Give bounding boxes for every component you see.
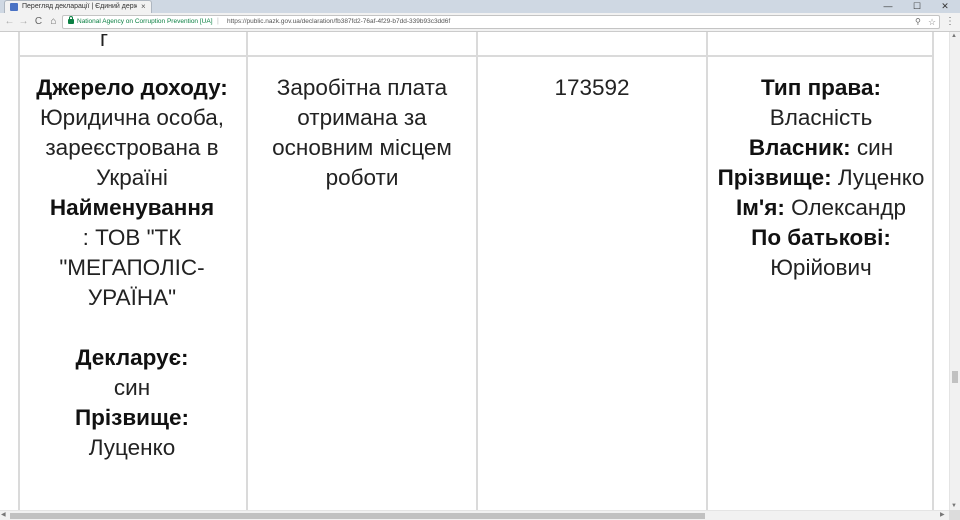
declares-value: син — [113, 375, 151, 400]
lock-icon[interactable] — [68, 16, 74, 24]
income-type-value: Заробітна плата отримана за основним міс… — [272, 75, 452, 190]
surname-label: Прізвище: — [74, 405, 189, 430]
url-separator: | — [217, 18, 219, 25]
table-border — [706, 32, 708, 55]
income-amount-cell: 173592 — [478, 57, 706, 510]
reload-icon[interactable]: C — [32, 13, 45, 31]
table-border — [476, 32, 478, 55]
horizontal-scrollbar[interactable]: ◀ ▶ — [0, 510, 949, 520]
owner-patronymic-label: По батькові: — [751, 225, 891, 250]
table-border — [18, 32, 20, 55]
vertical-scrollbar[interactable]: ▲ ▼ — [949, 32, 960, 510]
table-row: Джерело доходу: Юридична особа, зареєстр… — [18, 57, 934, 510]
owner-firstname-label: Ім'я: — [736, 195, 785, 220]
page-viewport: г Джерело доходу: Юридична особа, зареєс… — [0, 32, 949, 510]
owner-surname-label: Прізвище: — [717, 165, 832, 190]
income-source-value: Юридична особа, — [39, 105, 225, 130]
browser-tab[interactable]: Перегляд декларації | Єдиний державний р… — [4, 0, 152, 13]
home-icon[interactable]: ⌂ — [47, 13, 60, 31]
scroll-left-arrow-icon[interactable]: ◀ — [1, 511, 6, 518]
site-identity[interactable]: National Agency on Corruption Prevention… — [77, 16, 213, 28]
zoom-icon[interactable]: ⚲ — [915, 16, 921, 28]
table-row-previous: г — [18, 32, 934, 57]
bookmark-star-icon[interactable]: ☆ — [928, 16, 936, 28]
scrollbar-corner — [949, 510, 960, 520]
browser-toolbar: ← → C ⌂ National Agency on Corruption Pr… — [0, 13, 960, 32]
close-window-button[interactable]: ✕ — [930, 0, 960, 13]
income-source-cell: Джерело доходу: Юридична особа, зареєстр… — [18, 57, 246, 510]
tab-strip: Перегляд декларації | Єдиний державний р… — [0, 0, 960, 13]
income-source-label: Джерело доходу: — [36, 75, 228, 100]
address-bar[interactable]: National Agency on Corruption Prevention… — [62, 15, 940, 29]
scroll-down-arrow-icon[interactable]: ▼ — [951, 503, 957, 509]
minimize-button[interactable]: — — [873, 0, 903, 13]
income-source-value-registered: зареєстрована в Україні — [45, 135, 219, 190]
horizontal-scroll-thumb[interactable] — [10, 513, 705, 519]
income-amount-value: 173592 — [554, 75, 630, 100]
maximize-button[interactable]: ☐ — [902, 0, 932, 13]
forward-arrow-icon[interactable]: → — [17, 13, 30, 31]
browser-menu-icon[interactable]: ⋮ — [945, 13, 955, 31]
close-tab-icon[interactable]: × — [141, 1, 146, 13]
company-name-label: Найменування — [49, 195, 215, 220]
table-border — [932, 32, 934, 55]
owner-label: Власник: — [748, 135, 851, 160]
scroll-right-arrow-icon[interactable]: ▶ — [940, 511, 945, 518]
declares-label: Декларує: — [75, 345, 189, 370]
scroll-up-arrow-icon[interactable]: ▲ — [951, 33, 957, 39]
owner-value: син — [856, 135, 894, 160]
vertical-scroll-thumb[interactable] — [952, 371, 958, 383]
owner-patronymic-value: Юрійович — [770, 255, 872, 280]
right-type-value: Власність — [769, 105, 873, 130]
owner-surname-value: Луценко — [837, 165, 925, 190]
ownership-cell: Тип права: Власність Власник: син Прізви… — [708, 57, 934, 510]
url-text[interactable]: https://public.nazk.gov.ua/declaration/f… — [227, 16, 450, 28]
company-name-value: : ТОВ "ТК "МЕГАПОЛІС-УРАЇНА" — [59, 225, 205, 310]
cut-off-text: г — [100, 32, 109, 51]
favicon-icon — [10, 3, 18, 11]
table-border — [246, 32, 248, 55]
back-arrow-icon[interactable]: ← — [3, 13, 16, 31]
income-type-cell: Заробітна плата отримана за основним міс… — [248, 57, 476, 510]
right-type-label: Тип права: — [761, 75, 881, 100]
owner-firstname-value: Олександр — [791, 195, 906, 220]
tab-title: Перегляд декларації | Єдиний державний р… — [22, 3, 137, 10]
surname-value: Луценко — [88, 435, 176, 460]
